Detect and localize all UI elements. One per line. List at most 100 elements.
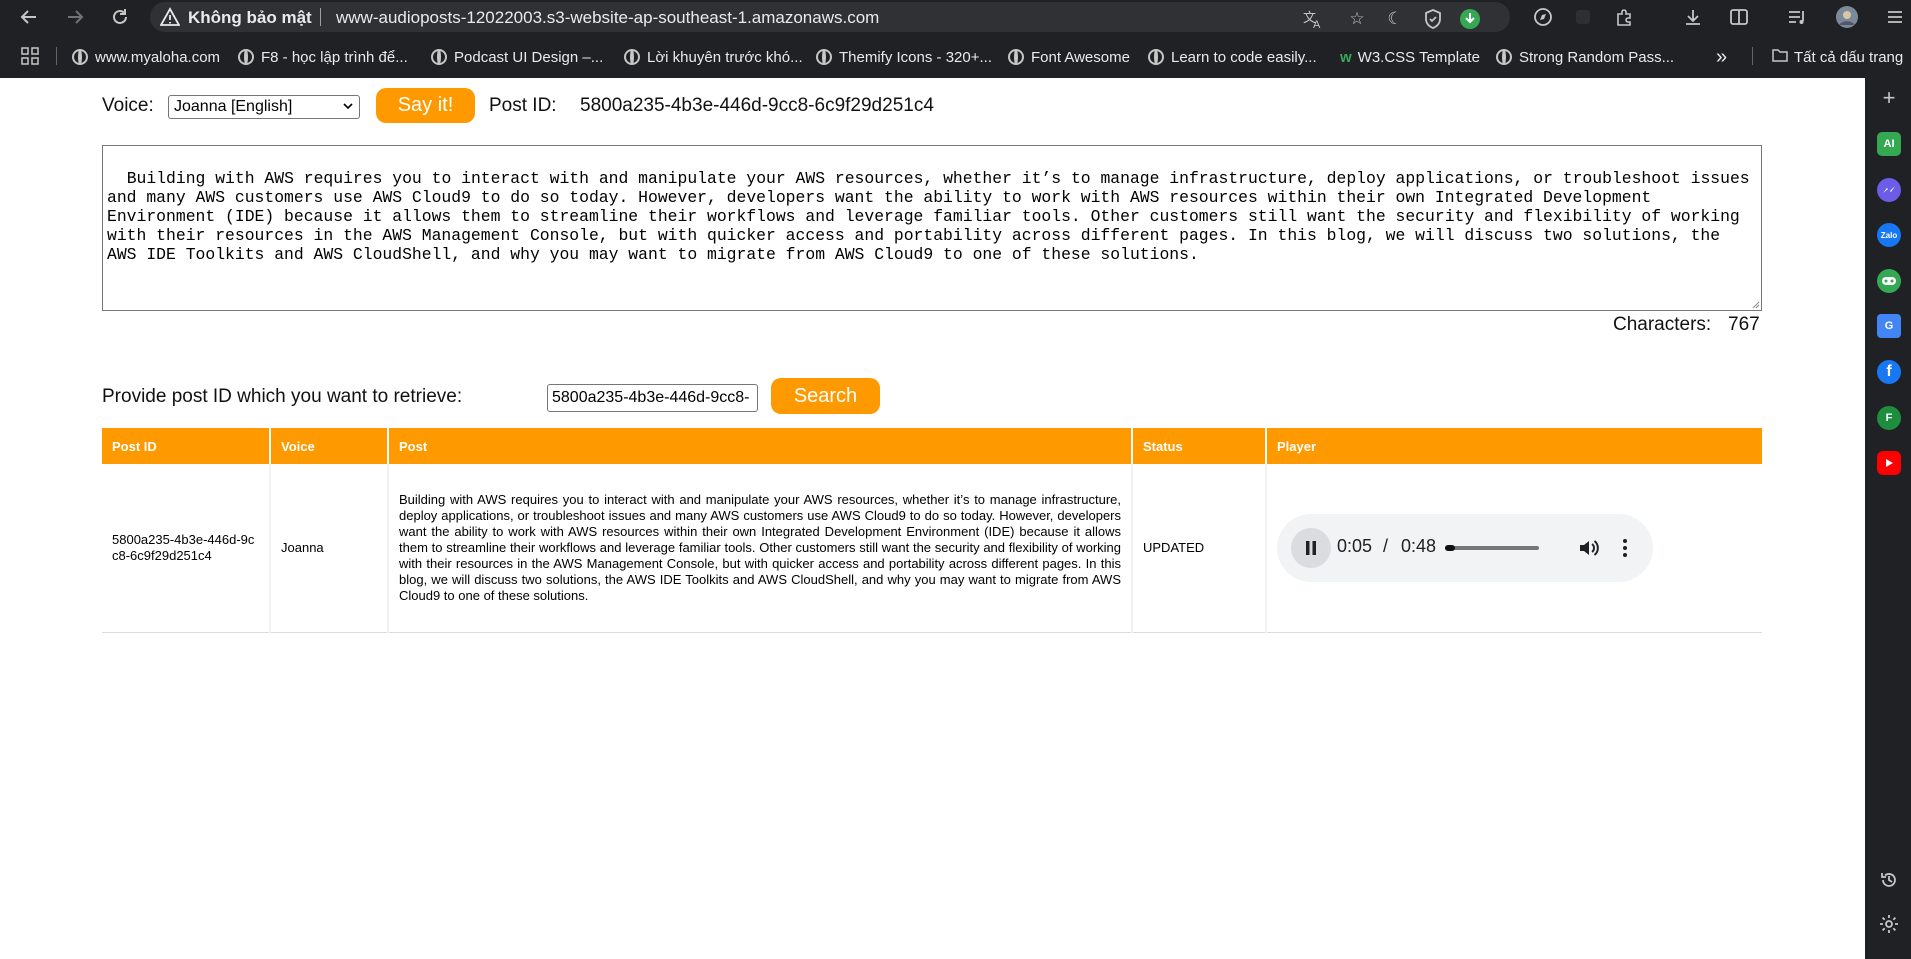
column-header-player: Player [1266,428,1762,464]
progress-fill [1445,544,1455,551]
post-id-search-input[interactable]: 5800a235-4b3e-446d-9cc8- [547,384,758,412]
table-row: 5800a235-4b3e-446d-9cc8-6c9f29d251c4 Joa… [102,464,1762,633]
add-icon[interactable]: + [1877,85,1901,110]
back-icon[interactable] [14,3,44,31]
characters-label: Characters: [1613,314,1712,335]
bookmark-item[interactable]: w W3.CSS Template [1340,47,1480,67]
security-label[interactable]: Không bảo mật [188,8,312,28]
characters-count: 767 [1728,314,1760,335]
cell-post-id: 5800a235-4b3e-446d-9cc8-6c9f29d251c4 [102,464,271,633]
resize-handle-icon[interactable] [1750,299,1760,309]
cell-voice: Joanna [270,464,389,633]
dark-mode-icon[interactable]: ☾ [1382,6,1408,32]
more-options-icon[interactable] [1621,536,1629,560]
retrieve-label: Provide post ID which you want to retrie… [102,386,463,407]
voice-label: Voice: [102,95,154,116]
bookmarks-overflow-icon[interactable]: » [1716,46,1727,68]
bookmark-label: F8 - học lập trình để... [261,48,408,66]
voice-selected-value: Joanna [English] [174,98,293,115]
menu-icon[interactable] [1882,4,1908,30]
feedly-icon[interactable]: F [1877,406,1901,430]
download-extension-icon[interactable] [1457,6,1483,32]
divider [320,8,321,26]
search-button[interactable]: Search [771,378,880,414]
history-icon[interactable] [1877,868,1901,892]
globe-icon [72,49,88,65]
globe-icon [1008,49,1024,65]
bookmark-label: W3.CSS Template [1357,48,1480,66]
w3-icon: w [1340,48,1352,66]
address-bar[interactable]: Không bảo mật www-audioposts-12022003.s3… [150,2,1510,32]
profile-avatar-icon[interactable] [1834,4,1860,30]
bookmark-label: Podcast UI Design –... [454,48,604,66]
say-it-button[interactable]: Say it! [376,88,475,123]
globe-icon [624,49,640,65]
bookmarks-bar: www.myaloha.com F8 - học lập trình để...… [0,40,1911,72]
volume-icon[interactable] [1577,536,1601,560]
compass-icon[interactable] [1530,4,1556,30]
audio-player[interactable]: 0:05 / 0:48 [1277,513,1653,582]
media-controls-icon[interactable] [1784,4,1810,30]
cell-player: 0:05 / 0:48 [1266,464,1762,633]
cell-status: UPDATED [1132,464,1267,633]
translate-icon[interactable]: 文A [1300,6,1326,32]
all-bookmarks-folder[interactable]: Tất cả dấu trang [1772,47,1903,67]
post-textarea-content: Building with AWS requires you to intera… [107,169,1760,264]
bookmark-item[interactable]: Strong Random Pass... [1496,47,1674,67]
forward-icon[interactable] [60,3,90,31]
post-textarea[interactable]: Building with AWS requires you to intera… [102,145,1762,311]
current-time: 0:05 [1337,535,1373,556]
bookmark-item[interactable]: F8 - học lập trình để... [238,47,408,67]
bookmark-item[interactable]: Learn to code easily... [1148,47,1317,67]
posts-table: Post ID Voice Post Status Player 5800a23… [102,428,1762,633]
google-translate-icon[interactable]: G [1877,314,1901,338]
downloads-icon[interactable] [1680,4,1706,30]
extensions-puzzle-icon[interactable] [1612,4,1638,30]
bookmark-item[interactable]: Lời khuyên trước khó... [624,47,803,67]
bookmark-item[interactable]: Themify Icons - 320+... [816,47,992,67]
bookmark-label: Font Awesome [1031,48,1130,66]
bookmark-label: www.myaloha.com [95,48,221,66]
messenger-icon[interactable] [1877,178,1901,202]
zalo-icon[interactable]: Zalo [1877,223,1901,247]
bookmarks-divider [56,47,57,65]
globe-icon [238,49,254,65]
bookmark-star-icon[interactable]: ☆ [1344,6,1370,32]
bookmark-label: Learn to code easily... [1171,48,1317,66]
bookmark-label: Themify Icons - 320+... [839,48,992,66]
extension-faded-icon[interactable] [1570,4,1596,30]
chevron-down-icon [343,103,353,110]
settings-gear-icon[interactable] [1877,912,1901,936]
bookmark-item[interactable]: Font Awesome [1008,47,1130,67]
game-icon[interactable] [1877,269,1901,293]
post-id-value: 5800a235-4b3e-446d-9cc8-6c9f29d251c4 [580,95,934,116]
browser-toolbar: Không bảo mật www-audioposts-12022003.s3… [0,0,1911,34]
apps-grid-icon[interactable] [17,43,43,69]
column-header-post: Post [388,428,1133,464]
ai-icon[interactable]: AI [1877,132,1901,156]
youtube-icon[interactable] [1877,451,1901,475]
bookmark-item[interactable]: Podcast UI Design –... [431,47,603,67]
url-text[interactable]: www-audioposts-12022003.s3-website-ap-so… [336,8,879,28]
column-header-post-id: Post ID [102,428,271,464]
folder-icon [1772,48,1788,66]
facebook-icon[interactable]: f [1877,360,1901,384]
bookmark-label: Lời khuyên trước khó... [647,48,803,66]
time-separator: / [1383,535,1389,556]
bookmark-item[interactable]: www.myaloha.com [72,47,220,67]
column-header-status: Status [1132,428,1267,464]
globe-icon [431,49,447,65]
split-view-icon[interactable] [1726,4,1752,30]
progress-slider[interactable] [1445,544,1539,551]
reload-icon[interactable] [105,3,135,31]
bookmarks-divider [1752,47,1753,65]
duration: 0:48 [1401,535,1437,556]
globe-icon [1496,49,1512,65]
svg-text:A: A [1313,19,1321,30]
post-id-label: Post ID: [489,95,557,116]
bookmark-label: Strong Random Pass... [1519,48,1675,66]
pause-icon[interactable] [1291,527,1331,568]
shield-icon[interactable] [1420,6,1446,32]
bookmark-label: Tất cả dấu trang [1794,48,1904,66]
voice-select[interactable]: Joanna [English] [168,95,360,119]
